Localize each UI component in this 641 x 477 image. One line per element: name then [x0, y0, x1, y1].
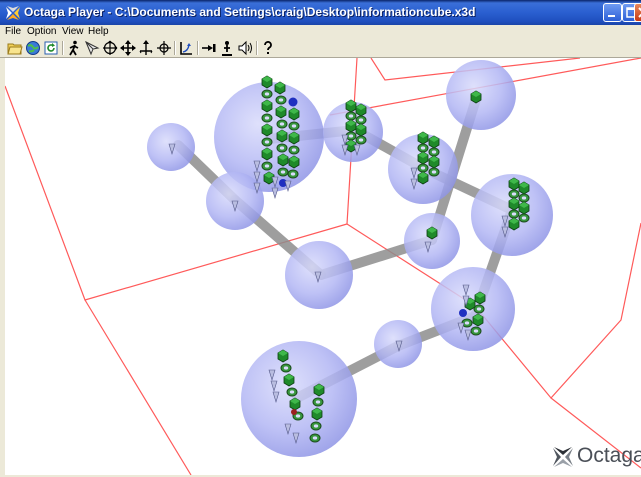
close-button[interactable]	[634, 3, 641, 22]
fly-mode-icon[interactable]	[84, 40, 100, 56]
sound-icon[interactable]	[237, 40, 253, 56]
rotate-mode-icon[interactable]	[156, 40, 172, 56]
octaga-logo-icon	[6, 6, 20, 20]
examine-mode-icon[interactable]	[102, 40, 118, 56]
3d-viewport[interactable]: Octaga	[5, 58, 641, 475]
pan-mode-icon[interactable]	[120, 40, 136, 56]
menu-view[interactable]: View	[62, 26, 84, 37]
octaga-logo-icon	[553, 447, 573, 467]
open-url-globe-icon[interactable]	[25, 40, 41, 56]
octaga-branding: Octaga	[551, 442, 641, 470]
menu-bar: File Option View Help	[0, 25, 641, 39]
application-window: Octaga Player - C:\Documents and Setting…	[0, 0, 641, 477]
toolbar-separator	[174, 41, 176, 55]
information-cube-scene[interactable]	[5, 58, 641, 475]
toolbar	[0, 39, 641, 58]
help-icon[interactable]	[260, 40, 276, 56]
reload-icon[interactable]	[43, 40, 59, 56]
toolbar-separator	[197, 41, 199, 55]
window-title: Octaga Player - C:\Documents and Setting…	[24, 5, 476, 19]
menu-option[interactable]: Option	[27, 26, 56, 37]
open-folder-icon[interactable]	[7, 40, 23, 56]
minimize-button[interactable]	[603, 3, 622, 22]
menu-help[interactable]: Help	[88, 26, 109, 37]
headlight-icon[interactable]	[201, 40, 217, 56]
walk-mode-icon[interactable]	[66, 40, 82, 56]
tilt-mode-icon[interactable]	[138, 40, 154, 56]
collision-icon[interactable]	[219, 40, 235, 56]
straighten-icon[interactable]	[178, 40, 194, 56]
title-bar[interactable]: Octaga Player - C:\Documents and Setting…	[0, 0, 641, 26]
menu-file[interactable]: File	[5, 26, 21, 37]
close-icon	[638, 7, 641, 18]
octaga-logo-text: Octaga	[577, 444, 641, 467]
minimize-icon	[608, 15, 615, 17]
toolbar-separator	[256, 41, 258, 55]
toolbar-separator	[62, 41, 64, 55]
